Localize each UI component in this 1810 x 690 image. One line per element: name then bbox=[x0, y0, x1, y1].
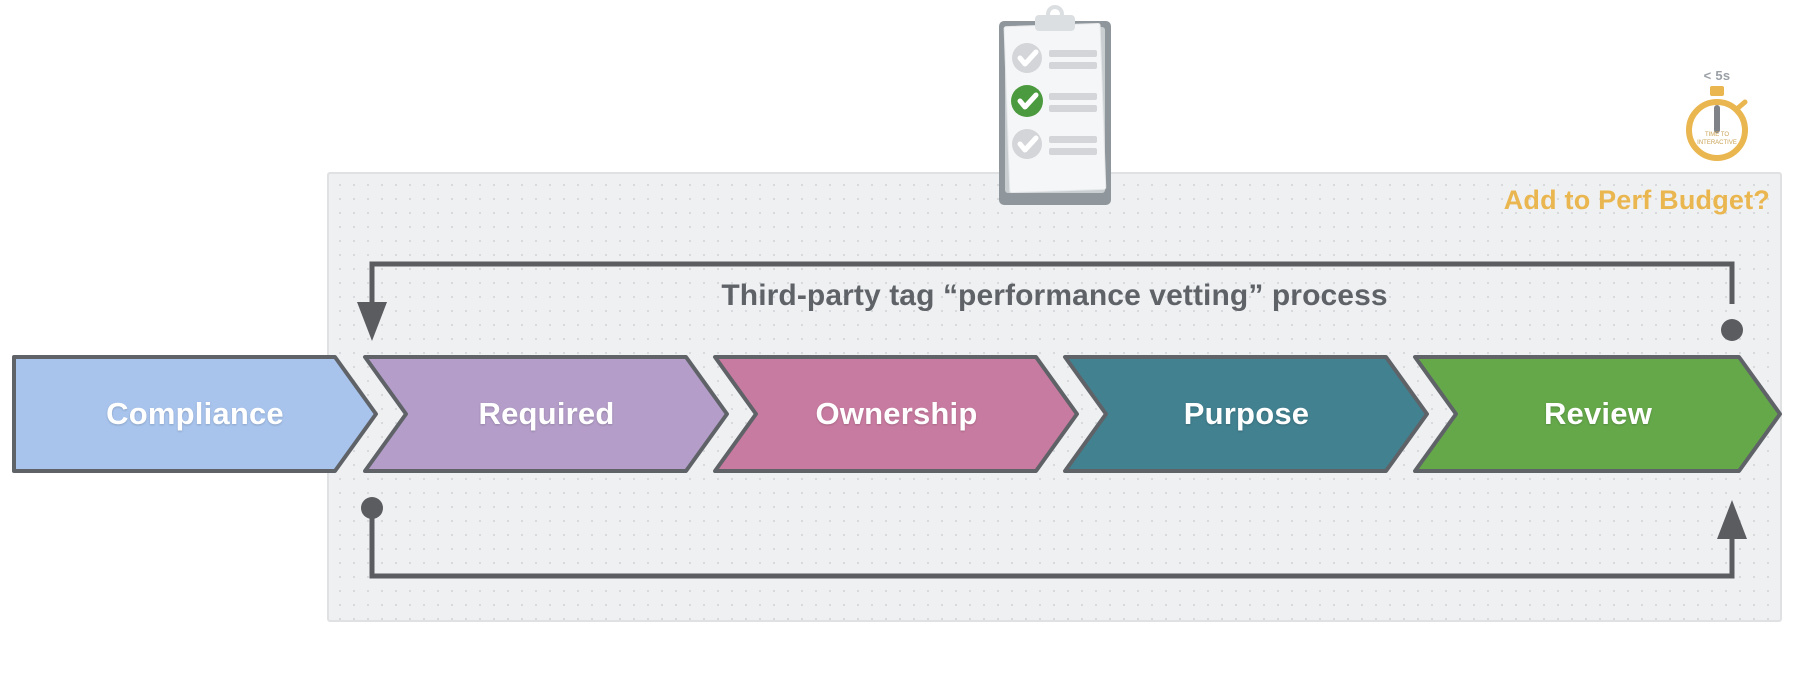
chevron-shape bbox=[12, 355, 378, 473]
stopwatch-face-line-1: TIME TO bbox=[1705, 132, 1729, 138]
chevron-shape bbox=[1063, 355, 1429, 473]
checklist-check-1 bbox=[1012, 43, 1042, 73]
stage-chevron-row: Compliance Required Ownership Purpose Re… bbox=[0, 355, 1810, 473]
process-title: Third-party tag “performance vetting” pr… bbox=[721, 279, 1388, 312]
stopwatch-face-line-2: INTERACTIVE bbox=[1697, 140, 1737, 146]
checklist-check-3 bbox=[1012, 129, 1042, 159]
stage-chevron-required[interactable]: Required bbox=[363, 355, 730, 473]
diagram-canvas: Third-party tag “performance vetting” pr… bbox=[0, 0, 1810, 690]
stopwatch-above-label: < 5s bbox=[1703, 68, 1731, 83]
chevron-shape bbox=[363, 355, 729, 473]
stage-chevron-purpose[interactable]: Purpose bbox=[1063, 355, 1430, 473]
stage-chevron-review[interactable]: Review bbox=[1413, 355, 1783, 473]
stopwatch-button bbox=[1735, 99, 1748, 111]
stage-chevron-ownership[interactable]: Ownership bbox=[713, 355, 1080, 473]
stopwatch-crown bbox=[1710, 86, 1724, 96]
stage-chevron-compliance[interactable]: Compliance bbox=[12, 355, 378, 473]
chevron-shape bbox=[1413, 355, 1782, 473]
clipboard-checklist-icon bbox=[999, 5, 1111, 205]
chevron-shape bbox=[713, 355, 1079, 473]
perf-budget-label: Add to Perf Budget? bbox=[1503, 185, 1770, 215]
stopwatch-icon: < 5s TIME TO INTERACTIVE bbox=[1672, 68, 1762, 168]
checklist-check-2 bbox=[1011, 85, 1043, 117]
